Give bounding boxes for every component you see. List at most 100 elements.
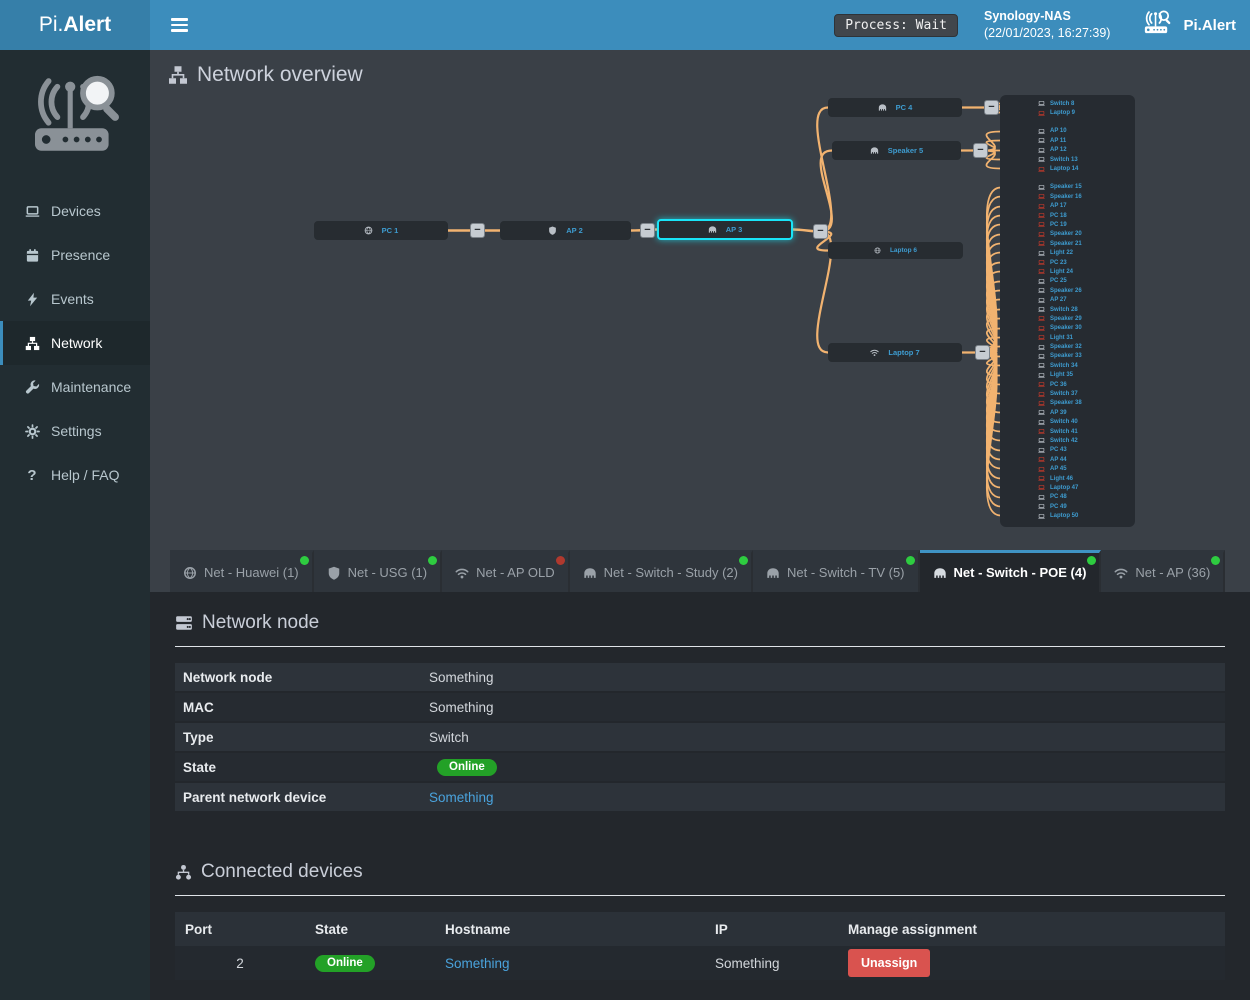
menu-toggle-button[interactable] — [156, 18, 203, 31]
collapse-button[interactable]: − — [975, 345, 990, 360]
device-leaf-pc-19[interactable]: PC 19 — [1000, 220, 1135, 229]
sidebar-item-maintenance[interactable]: Maintenance — [0, 365, 150, 409]
network-node-speaker-5[interactable]: Speaker 5 — [832, 141, 961, 160]
collapse-button[interactable]: − — [813, 224, 828, 239]
device-icon — [1038, 306, 1045, 313]
device-icon — [1038, 400, 1045, 407]
server-icon — [175, 614, 193, 632]
device-leaf-ap-45[interactable]: AP 45 — [1000, 464, 1135, 473]
device-leaf-laptop-14[interactable]: Laptop 14 — [1000, 164, 1135, 173]
device-leaf-ap-11[interactable]: AP 11 — [1000, 136, 1135, 145]
device-leaf-speaker-15[interactable]: Speaker 15 — [1000, 183, 1135, 192]
device-label: AP 17 — [1050, 203, 1067, 209]
device-leaf-pc-25[interactable]: PC 25 — [1000, 277, 1135, 286]
sidebar-item-events[interactable]: Events — [0, 277, 150, 321]
device-leaf-light-22[interactable]: Light 22 — [1000, 248, 1135, 257]
network-node-pc-4[interactable]: PC 4 — [828, 98, 962, 117]
device-leaf-switch-8[interactable]: Switch 8 — [1000, 99, 1135, 108]
tab-net-ap-old[interactable]: Net - AP OLD — [442, 550, 570, 592]
tab-net-ap-36[interactable]: Net - AP (36) — [1101, 550, 1225, 592]
device-leaf-speaker-30[interactable]: Speaker 30 — [1000, 324, 1135, 333]
tab-net-switch-poe-4[interactable]: Net - Switch - POE (4) — [920, 550, 1102, 592]
device-leaf-switch-42[interactable]: Switch 42 — [1000, 436, 1135, 445]
connected-devices-title: Connected devices — [175, 861, 1225, 883]
tab-net-switch-study-2[interactable]: Net - Switch - Study (2) — [570, 550, 753, 592]
tab-net-switch-tv-5[interactable]: Net - Switch - TV (5) — [753, 550, 920, 592]
collapse-button[interactable]: − — [984, 100, 999, 115]
device-leaf-speaker-33[interactable]: Speaker 33 — [1000, 352, 1135, 361]
network-node-laptop-6[interactable]: Laptop 6 — [828, 242, 963, 259]
node-label: PC 1 — [382, 226, 399, 235]
network-node-pc-1[interactable]: PC 1 — [314, 221, 448, 240]
network-node-ap-2[interactable]: AP 2 — [500, 221, 631, 240]
device-icon — [1038, 456, 1045, 463]
device-leaf-light-31[interactable]: Light 31 — [1000, 333, 1135, 342]
device-leaf-pc-48[interactable]: PC 48 — [1000, 493, 1135, 502]
device-leaf-ap-39[interactable]: AP 39 — [1000, 408, 1135, 417]
tab-net-huawei-1[interactable]: Net - Huawei (1) — [170, 550, 314, 592]
collapse-button[interactable]: − — [470, 223, 485, 238]
device-leaf-speaker-20[interactable]: Speaker 20 — [1000, 230, 1135, 239]
device-leaf-speaker-26[interactable]: Speaker 26 — [1000, 286, 1135, 295]
device-leaf-switch-40[interactable]: Switch 40 — [1000, 418, 1135, 427]
device-leaf-ap-10[interactable]: AP 10 — [1000, 127, 1135, 136]
hostname-link[interactable]: Something — [445, 956, 510, 971]
device-leaf-switch-34[interactable]: Switch 34 — [1000, 361, 1135, 370]
connected-devices-section: Connected devices PortStateHostnameIPMan… — [175, 861, 1225, 980]
sitemap-icon — [24, 336, 40, 351]
router-scan-icon — [1140, 9, 1174, 41]
device-leaf-switch-41[interactable]: Switch 41 — [1000, 427, 1135, 436]
device-leaf-pc-18[interactable]: PC 18 — [1000, 211, 1135, 220]
device-leaf-laptop-47[interactable]: Laptop 47 — [1000, 483, 1135, 492]
device-leaf-speaker-16[interactable]: Speaker 16 — [1000, 192, 1135, 201]
hub-icon — [933, 566, 947, 580]
device-label: PC 23 — [1050, 260, 1067, 266]
network-node-laptop-7[interactable]: Laptop 7 — [828, 343, 962, 362]
device-leaf-speaker-38[interactable]: Speaker 38 — [1000, 399, 1135, 408]
row-value-text: Something — [429, 670, 494, 685]
globe-icon — [183, 566, 197, 580]
device-leaf-laptop-50[interactable]: Laptop 50 — [1000, 511, 1135, 520]
sidebar-item-devices[interactable]: Devices — [0, 189, 150, 233]
tab-net-usg-1[interactable]: Net - USG (1) — [314, 550, 442, 592]
device-leaf-pc-36[interactable]: PC 36 — [1000, 380, 1135, 389]
row-value: Online — [427, 759, 497, 776]
network-node-title: Network node — [175, 612, 1225, 634]
device-leaf-ap-27[interactable]: AP 27 — [1000, 295, 1135, 304]
device-leaf-pc-43[interactable]: PC 43 — [1000, 446, 1135, 455]
network-diagram: PC 1 AP 2 AP 3 PC 4 Speaker 5 Laptop 6 Laptop … — [150, 90, 1250, 550]
network-node-title-text: Network node — [202, 612, 319, 634]
collapse-button[interactable]: − — [640, 223, 655, 238]
device-leaf-speaker-21[interactable]: Speaker 21 — [1000, 239, 1135, 248]
device-icon — [1038, 475, 1045, 482]
device-leaf-light-46[interactable]: Light 46 — [1000, 474, 1135, 483]
device-leaf-laptop-9[interactable]: Laptop 9 — [1000, 108, 1135, 117]
parent-device-link[interactable]: Something — [429, 790, 494, 805]
sidebar-item-settings[interactable]: Settings — [0, 409, 150, 453]
device-leaf-light-24[interactable]: Light 24 — [1000, 267, 1135, 276]
device-leaf-switch-28[interactable]: Switch 28 — [1000, 305, 1135, 314]
device-leaf-ap-12[interactable]: AP 12 — [1000, 146, 1135, 155]
unassign-button[interactable]: Unassign — [848, 949, 930, 977]
device-icon — [1038, 184, 1045, 191]
row-value-text: Switch — [429, 730, 469, 745]
network-node-ap-3[interactable]: AP 3 — [657, 219, 793, 240]
globe-icon — [364, 226, 373, 235]
sidebar-item-presence[interactable]: Presence — [0, 233, 150, 277]
device-leaf-ap-17[interactable]: AP 17 — [1000, 202, 1135, 211]
device-icon — [1038, 100, 1045, 107]
brand-logo[interactable]: Pi.Alert — [0, 0, 150, 50]
device-leaf-switch-37[interactable]: Switch 37 — [1000, 389, 1135, 398]
device-leaf-pc-23[interactable]: PC 23 — [1000, 258, 1135, 267]
device-leaf-speaker-29[interactable]: Speaker 29 — [1000, 314, 1135, 323]
device-leaf-ap-44[interactable]: AP 44 — [1000, 455, 1135, 464]
device-leaf-light-35[interactable]: Light 35 — [1000, 371, 1135, 380]
sidebar-item-network[interactable]: Network — [0, 321, 150, 365]
device-leaf-pc-49[interactable]: PC 49 — [1000, 502, 1135, 511]
collapse-button[interactable]: − — [973, 143, 988, 158]
device-leaf-switch-13[interactable]: Switch 13 — [1000, 155, 1135, 164]
device-leaf-speaker-32[interactable]: Speaker 32 — [1000, 342, 1135, 351]
device-icon — [1038, 362, 1045, 369]
device-icon — [1038, 494, 1045, 501]
sidebar-item-help-faq[interactable]: ?Help / FAQ — [0, 453, 150, 497]
